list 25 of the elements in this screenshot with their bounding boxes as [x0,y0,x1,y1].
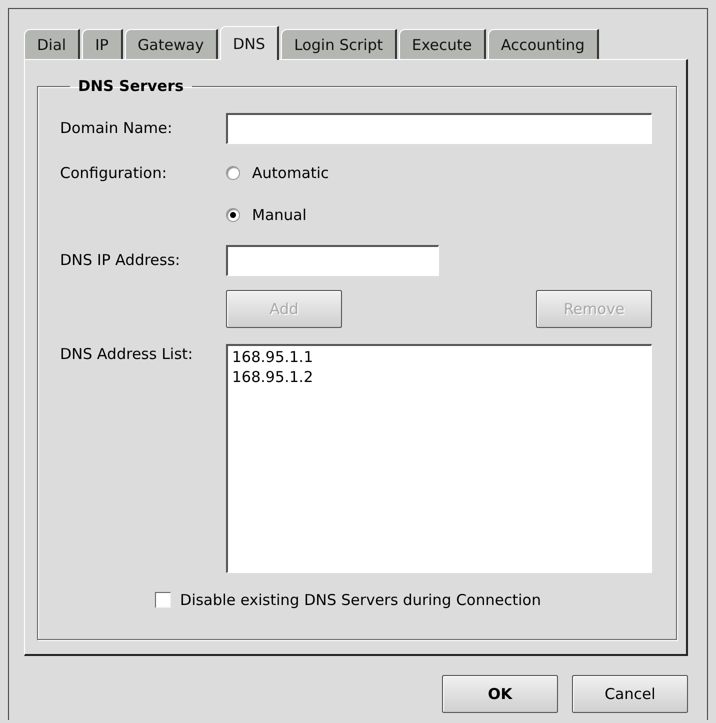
tab[interactable]: IP [82,29,123,59]
tab[interactable]: Execute [398,29,486,59]
list-item[interactable]: 168.95.1.2 [232,367,647,387]
dialog-button[interactable]: Cancel [572,675,688,713]
group-title: DNS Servers [77,77,185,95]
tab[interactable]: DNS [220,26,280,60]
radio-label: Automatic [252,164,329,182]
field-label: Domain Name: [60,118,174,139]
tab[interactable]: Accounting [488,29,599,59]
list-item[interactable]: 168.95.1.1 [232,347,647,367]
dns-ip-field[interactable] [226,245,439,276]
field-label: DNS Address List: [60,344,194,365]
radio-button[interactable] [226,166,240,180]
tab[interactable]: Login Script [281,29,397,59]
field-label: Configuration: [60,163,168,184]
checkbox[interactable] [155,592,172,608]
dialog-button[interactable]: OK [442,675,558,713]
domain-name-field[interactable] [226,113,652,144]
radio-button[interactable] [226,208,240,222]
address-list[interactable]: 168.95.1.1 168.95.1.2 [226,344,652,573]
tab[interactable]: Gateway [124,29,218,59]
checkbox-label: Disable existing DNS Servers during Connection [180,591,541,609]
radio-label: Manual [252,206,307,224]
tab[interactable]: Dial [24,29,80,59]
field-label: DNS IP Address: [60,250,182,271]
